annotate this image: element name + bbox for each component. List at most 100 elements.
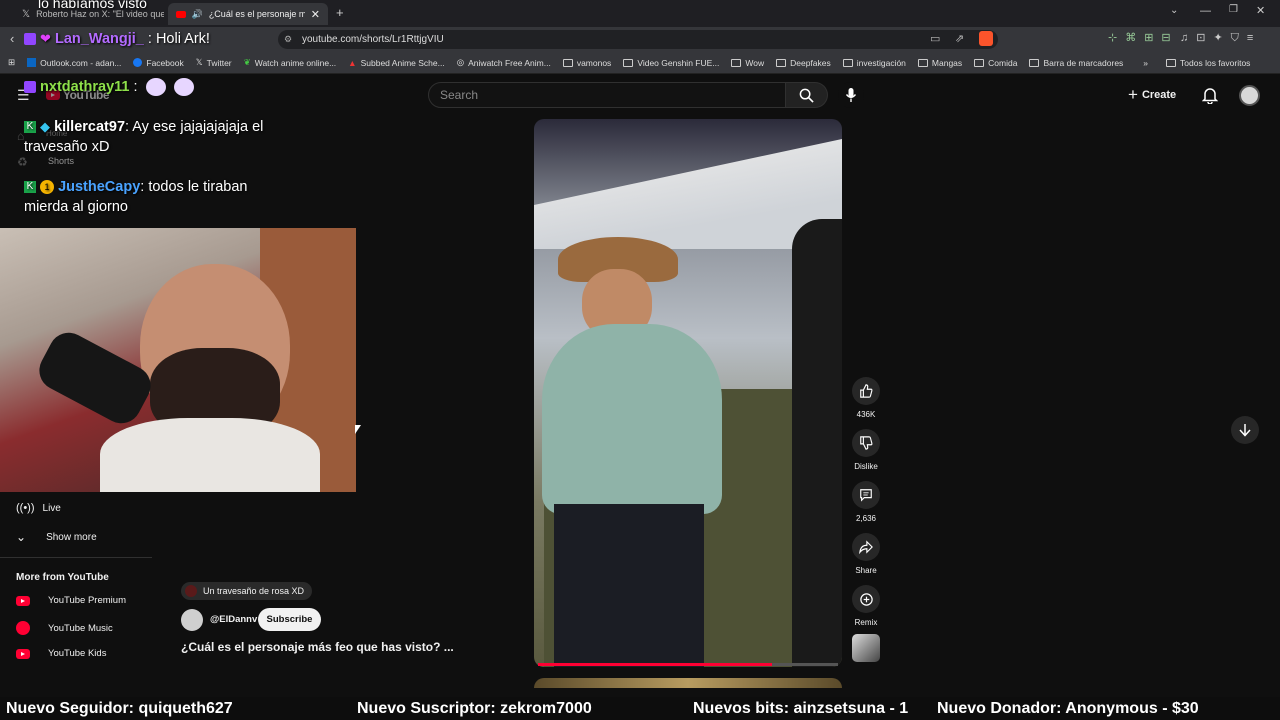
bookmark-comida[interactable]: Comida	[968, 58, 1023, 68]
sidebar-item-live[interactable]: ((•)) Live	[16, 502, 61, 514]
youtube-kids-icon	[16, 648, 30, 659]
restore-button[interactable]: ❐	[1229, 4, 1238, 15]
minimize-button[interactable]: —	[1200, 5, 1211, 17]
heart-badge-icon: ❤	[40, 31, 51, 46]
next-short-preview[interactable]	[534, 678, 842, 688]
dislike-label: Dislike	[854, 462, 878, 471]
share-button[interactable]	[852, 533, 880, 561]
chat-message: ❤ Lan_Wangji_ : Holi Ark!	[24, 29, 210, 49]
like-button[interactable]	[852, 377, 880, 405]
bookmark-mangas[interactable]: Mangas	[912, 58, 968, 68]
bookmark-wow[interactable]: Wow	[725, 58, 770, 68]
folder-icon	[917, 58, 928, 67]
dislike-button[interactable]	[852, 429, 880, 457]
sidebar-item-youtube-music[interactable]: YouTube Music	[16, 621, 113, 635]
x-icon: 𝕏	[22, 8, 31, 20]
sub-badge-icon: 1	[40, 180, 55, 195]
extensions-icon[interactable]: ⊹⌘⊞⊟	[1108, 31, 1179, 44]
sound-avatar	[185, 585, 197, 597]
avatar[interactable]	[1239, 85, 1260, 106]
ticker-donor: Nuevo Donador: Anonymous - $30	[937, 699, 1199, 717]
ticker-follower: Nuevo Seguidor: quiqueth627	[6, 699, 233, 717]
comments-button[interactable]	[852, 481, 880, 509]
search-icon	[799, 88, 814, 103]
badge-icon	[24, 81, 36, 94]
dark-pants	[554, 504, 704, 667]
chat-message: K ◆ killercat97: Ay ese jajajajajaja el …	[24, 117, 294, 157]
bookmark-subbed-anime[interactable]: ▲ Subbed Anime Sche...	[342, 58, 451, 68]
toolbar-icons[interactable]: ♫⊡✦⛉≡	[1180, 31, 1261, 45]
bookmark-barra[interactable]: Barra de marcadores	[1023, 58, 1129, 68]
search-button[interactable]	[786, 82, 828, 108]
sidebar-item-shorts[interactable]: Shorts	[48, 156, 74, 166]
thumbs-up-icon	[860, 384, 873, 398]
gem-badge-icon: ◆	[40, 119, 51, 134]
video-progress-fill	[538, 663, 772, 666]
share-icon[interactable]: ⇗	[955, 32, 964, 45]
chat-text: :	[133, 79, 138, 95]
chat-user: killercat97	[54, 119, 126, 135]
bookmark-deepfakes[interactable]: Deepfakes	[770, 58, 837, 68]
bookmark-investigacion[interactable]: investigación	[837, 58, 912, 68]
outlook-icon	[27, 58, 37, 67]
youtube-premium-icon	[16, 595, 30, 606]
create-button[interactable]: + Create	[1128, 83, 1188, 107]
notifications-button[interactable]	[1201, 86, 1219, 109]
remix-button[interactable]	[852, 585, 880, 613]
short-video-player[interactable]	[534, 119, 842, 667]
aniwatch-icon: ◎	[456, 57, 465, 67]
audio-thumbnail[interactable]	[852, 634, 880, 662]
webcam-feed	[0, 228, 356, 492]
mouse-cursor-icon	[355, 425, 361, 434]
bookmark-aniwatch[interactable]: ◎ Aniwatch Free Anim...	[451, 57, 557, 68]
chevron-right-icon[interactable]: »	[1137, 58, 1154, 68]
channel-name[interactable]: @ElDannv	[210, 614, 257, 625]
folder-icon	[562, 58, 573, 67]
live-icon: ((•))	[16, 502, 35, 514]
back-button[interactable]: ‹	[10, 31, 14, 46]
remix-icon	[859, 592, 873, 606]
thumbs-down-icon	[860, 436, 873, 450]
emote-icon	[145, 78, 166, 97]
bell-icon	[1201, 88, 1219, 105]
sound-chip[interactable]: Un travesaño de rosa XD	[181, 582, 313, 600]
chat-text: : Holi Ark!	[147, 31, 210, 47]
sidebar-item-youtube-kids[interactable]: YouTube Kids	[16, 648, 106, 659]
folder-icon	[731, 58, 742, 67]
video-progress-bar[interactable]	[538, 663, 838, 666]
sidebar-show-more[interactable]: ⌄ Show more	[16, 530, 97, 544]
tab-youtube[interactable]: 🔊 ¿Cuál es el personaje más feo... ✕	[168, 3, 328, 25]
bookmark-facebook[interactable]: Facebook	[127, 58, 189, 68]
voice-search-button[interactable]	[838, 82, 864, 108]
green-shirt	[542, 324, 722, 514]
tab-title: ¿Cuál es el personaje más feo...	[208, 9, 305, 19]
bookmark-outlook[interactable]: Outlook.com - adan...	[21, 58, 127, 68]
site-info-icon: ⚙	[284, 34, 293, 44]
browser-tab-bar: 𝕏 Roberto Haz on X: "El video que hizo..…	[0, 0, 1280, 27]
screen-cast-icon[interactable]: ▭	[930, 32, 940, 45]
close-tab-icon[interactable]: ✕	[311, 8, 320, 21]
bookmark-todos[interactable]: Todos los favoritos	[1160, 58, 1256, 68]
sidebar-item-youtube-premium[interactable]: YouTube Premium	[16, 595, 126, 606]
bookmark-video-genshin[interactable]: Video Genshin FUE...	[617, 58, 725, 68]
channel-avatar[interactable]	[181, 609, 203, 631]
new-tab-button[interactable]: +	[336, 5, 344, 20]
bookmark-watch-anime[interactable]: ❦ Watch anime online...	[238, 57, 343, 68]
chat-message: K 1 JustheCapy: todos le tiraban mierda …	[24, 177, 294, 217]
share-arrow-icon	[859, 540, 873, 554]
next-short-button[interactable]	[1231, 416, 1259, 444]
apps-grid-icon[interactable]: ⊞	[0, 57, 21, 68]
subscribe-button[interactable]: Subscribe	[258, 608, 321, 631]
close-window-button[interactable]: ✕	[1256, 4, 1265, 17]
folder-icon	[1029, 58, 1040, 67]
brave-shield-icon[interactable]	[979, 31, 993, 46]
short-title[interactable]: ¿Cuál es el personaje más feo que has vi…	[181, 640, 454, 654]
microphone-icon	[845, 88, 857, 102]
search-input[interactable]: Search	[428, 82, 786, 108]
url-field[interactable]: ⚙ youtube.com/shorts/Lr1RttjgVIU	[278, 30, 998, 49]
share-label: Share	[855, 566, 877, 575]
bookmark-twitter[interactable]: 𝕏 Twitter	[190, 57, 238, 68]
bookmark-vamonos[interactable]: vamonos	[557, 58, 618, 68]
chevron-down-icon[interactable]: ⌄	[1170, 5, 1178, 16]
shorts-icon[interactable]: ♻	[17, 155, 28, 169]
